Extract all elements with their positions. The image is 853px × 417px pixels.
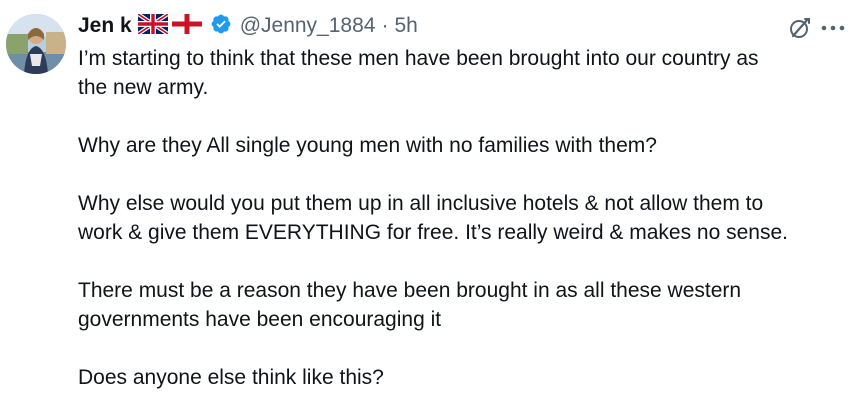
england-flag-icon bbox=[171, 13, 202, 39]
text-line: work & give them EVERYTHING for free. It… bbox=[78, 221, 788, 244]
separator-dot: · bbox=[381, 14, 389, 37]
avatar-photo bbox=[6, 14, 66, 74]
tweet-paragraph: Does anyone else think like this? bbox=[78, 363, 848, 392]
grok-icon[interactable] bbox=[788, 16, 812, 40]
tweet-paragraph: There must be a reason they have been br… bbox=[78, 276, 848, 334]
text-line: There must be a reason they have been br… bbox=[78, 279, 742, 302]
text-line: Does anyone else think like this? bbox=[78, 366, 384, 389]
tweet-paragraph: Why are they All single young men with n… bbox=[78, 131, 848, 160]
text-line: Why are they All single young men with n… bbox=[78, 134, 657, 157]
text-line: the new army. bbox=[78, 76, 209, 99]
tweet[interactable]: Jen k @Jenny_1884 · 5h I’m starting to t… bbox=[0, 0, 853, 417]
avatar[interactable] bbox=[6, 14, 66, 74]
display-name[interactable]: Jen k bbox=[78, 14, 132, 38]
user-handle[interactable]: @Jenny_1884 bbox=[240, 14, 376, 38]
text-line: governments have been encouraging it bbox=[78, 308, 442, 331]
text-line: I’m starting to think that these men hav… bbox=[78, 47, 759, 70]
tweet-paragraph: Why else would you put them up in all in… bbox=[78, 189, 848, 247]
tweet-header: Jen k @Jenny_1884 · 5h bbox=[78, 11, 418, 40]
timestamp[interactable]: 5h bbox=[394, 14, 417, 38]
uk-flag-icon bbox=[136, 11, 169, 39]
text-line: Why else would you put them up in all in… bbox=[78, 192, 764, 215]
verified-badge-icon[interactable] bbox=[210, 13, 232, 40]
tweet-paragraph: I’m starting to think that these men hav… bbox=[78, 44, 848, 102]
tweet-text: I’m starting to think that these men hav… bbox=[78, 44, 848, 392]
more-options-icon[interactable] bbox=[818, 17, 848, 39]
